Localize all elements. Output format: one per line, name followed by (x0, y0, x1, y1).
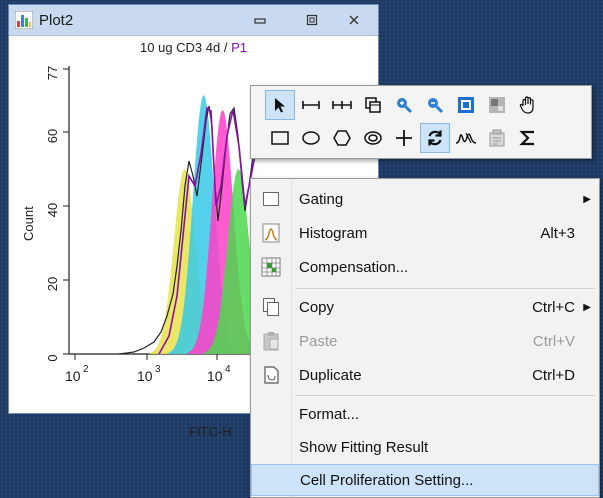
menu-shortcut: Ctrl+V (532, 332, 575, 350)
y-tick-label: 20 (45, 277, 60, 291)
submenu-arrow-icon: ▶ (583, 193, 591, 205)
fitting-icon (455, 132, 477, 144)
menu-item-label: Gating (299, 190, 344, 208)
plot-toolbar (250, 85, 592, 159)
toolbar-row-2 (265, 123, 544, 153)
scale-button[interactable] (451, 90, 481, 120)
overlay-button[interactable] (358, 90, 388, 120)
refresh-button[interactable] (420, 123, 450, 153)
zoom-in-icon (397, 98, 413, 114)
menu-item-label: Format... (299, 405, 360, 423)
polygon-gate-button[interactable] (327, 123, 357, 153)
menu-item-gating[interactable]: Gating ▶ (251, 183, 599, 215)
rectangle-gate-button[interactable] (265, 123, 295, 153)
x-tick-exponent: 4 (225, 364, 231, 375)
overlay-icon (365, 97, 381, 113)
menu-separator (295, 288, 595, 289)
x-tick-label: 10 (137, 368, 153, 384)
menu-item-histogram[interactable]: Histogram Alt+3 (251, 217, 599, 249)
compensation-icon (261, 257, 281, 277)
histogram-icon (262, 223, 280, 243)
x-tick-exponent: 3 (155, 364, 161, 375)
x-tick-label: 10 (65, 368, 81, 384)
y-tick-label: 0 (45, 354, 60, 361)
window-titlebar[interactable]: Plot2 (9, 5, 378, 36)
crosshair-icon (396, 130, 412, 146)
ellipse-gate-icon (302, 131, 320, 145)
menu-shortcut: Alt+3 (540, 224, 575, 242)
zoom-out-button[interactable] (420, 90, 450, 120)
menu-item-duplicate[interactable]: Duplicate Ctrl+D (251, 359, 599, 391)
rectangle-gate-icon (271, 131, 289, 145)
zoom-in-button[interactable] (389, 90, 419, 120)
pointer-tool-button[interactable] (265, 90, 295, 120)
menu-item-label: Paste (299, 332, 338, 350)
copy-icon (263, 298, 279, 316)
menu-item-label: Copy (299, 298, 335, 316)
menu-shortcut: Ctrl+C (532, 298, 575, 316)
menu-item-show-fitting-result[interactable]: Show Fitting Result (251, 431, 599, 463)
close-icon (349, 15, 359, 25)
menu-item-paste[interactable]: Paste Ctrl+V (251, 325, 599, 357)
toolbar-row-1 (265, 90, 544, 120)
scale-icon (458, 97, 474, 113)
menu-item-format[interactable]: Format... (251, 398, 599, 430)
x-tick-label: 10 (207, 368, 223, 384)
paste-icon (263, 332, 279, 351)
duplicate-icon (264, 366, 279, 384)
crosshair-button[interactable] (389, 123, 419, 153)
bi-range-gate-icon (332, 101, 352, 109)
menu-item-cell-proliferation-setting[interactable]: Cell Proliferation Setting... (251, 464, 599, 496)
ellipse-gate-button[interactable] (296, 123, 326, 153)
refresh-icon (428, 130, 442, 146)
y-tick-label: 40 (45, 203, 60, 217)
maximize-button[interactable] (301, 9, 323, 31)
close-button[interactable] (343, 9, 365, 31)
quadrant-button[interactable] (482, 90, 512, 120)
y-tick-label: 60 (45, 129, 60, 143)
minimize-button[interactable] (249, 9, 271, 31)
menu-item-compensation[interactable]: Compensation... (251, 251, 599, 283)
pan-hand-icon (519, 96, 534, 114)
freehand-gate-button[interactable] (358, 123, 388, 153)
menu-item-label: Compensation... (299, 258, 409, 276)
submenu-arrow-icon: ▶ (583, 301, 591, 313)
range-gate-button[interactable] (296, 90, 326, 120)
x-axis-label: FITC-H (189, 424, 232, 439)
menu-item-label: Duplicate (299, 366, 362, 384)
window-title: Plot2 (39, 11, 74, 29)
statistics-button[interactable] (482, 123, 512, 153)
fitting-button[interactable] (451, 123, 481, 153)
freehand-gate-icon (364, 131, 382, 145)
gating-icon (263, 192, 279, 206)
menu-item-label: Show Fitting Result (299, 438, 429, 456)
pan-button[interactable] (513, 90, 543, 120)
menu-item-label: Cell Proliferation Setting... (300, 471, 474, 489)
menu-item-label: Histogram (299, 224, 368, 242)
maximize-icon (306, 14, 318, 26)
x-tick-exponent: 2 (83, 364, 89, 375)
y-tick-label: 77 (45, 66, 60, 80)
range-gate-icon (302, 101, 320, 109)
statistics-icon (489, 129, 505, 147)
zoom-out-icon (428, 98, 444, 114)
quadrant-icon (489, 97, 505, 113)
pointer-icon (275, 98, 285, 113)
bi-range-gate-button[interactable] (327, 90, 357, 120)
sum-button[interactable] (513, 123, 543, 153)
menu-separator (295, 395, 595, 396)
polygon-gate-icon (333, 130, 351, 146)
menu-shortcut: Ctrl+D (532, 366, 575, 384)
context-menu: Gating ▶ Histogram Alt+3 Compensation...… (250, 178, 600, 498)
sum-icon (519, 130, 534, 146)
histogram-app-icon (15, 11, 33, 29)
minimize-icon (254, 18, 266, 24)
menu-item-copy[interactable]: Copy Ctrl+C ▶ (251, 291, 599, 323)
